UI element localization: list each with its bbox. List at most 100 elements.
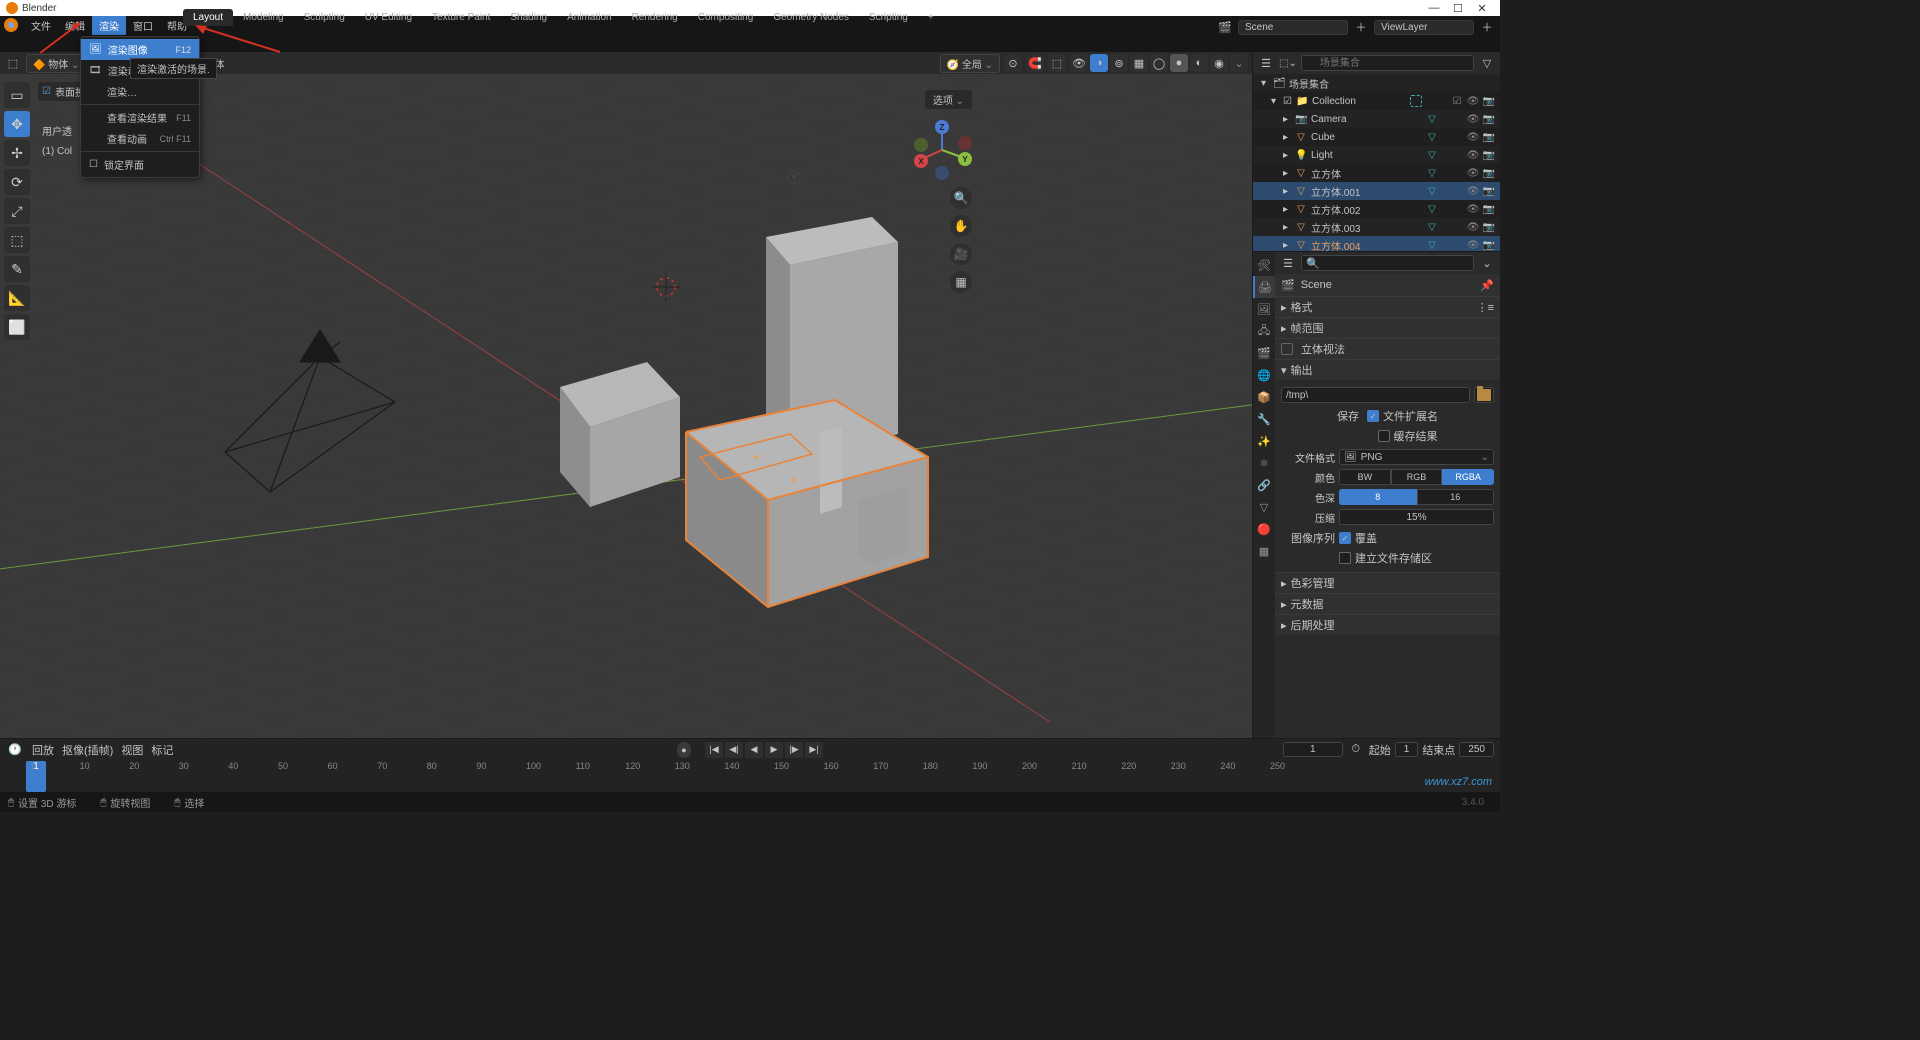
viewlayer-new-icon[interactable]: ＋ (1478, 18, 1496, 36)
compression-field[interactable]: 15% (1339, 509, 1494, 525)
section-stereo[interactable]: 立体视法 (1275, 339, 1500, 359)
pin-icon[interactable]: 📌 (1480, 279, 1494, 292)
view-render-item[interactable]: 查看渲染结果 F11 (81, 107, 199, 128)
preset-icon[interactable]: ⋮≡ (1477, 301, 1494, 314)
solid-shading-icon[interactable]: ● (1170, 54, 1188, 72)
tab-geonodes[interactable]: Geometry Nodes (763, 9, 859, 26)
end-frame-field[interactable]: 250 (1459, 742, 1494, 757)
matprev-shading-icon[interactable]: ◐ (1190, 54, 1208, 72)
output-path-field[interactable]: /tmp\ (1281, 387, 1470, 403)
tab-scripting[interactable]: Scripting (859, 9, 918, 26)
gizmo-y[interactable]: Y (958, 152, 972, 166)
wire-shading-icon[interactable]: ◯ (1150, 54, 1168, 72)
lock-interface-item[interactable]: ☐ 锁定界面 (81, 154, 199, 175)
tab-animation[interactable]: Animation (557, 9, 621, 26)
tab-rendering[interactable]: Rendering (622, 9, 688, 26)
outliner-item[interactable]: ▸▽立方体.001▽👁📷 (1253, 182, 1500, 200)
props-editor-icon[interactable]: ☰ (1279, 254, 1297, 272)
ptab-texture[interactable]: ▦ (1253, 540, 1275, 562)
ptab-modifier[interactable]: 🔧 (1253, 408, 1275, 430)
range-icon[interactable]: ⏱ (1347, 741, 1365, 759)
depth-16[interactable]: 16 (1417, 489, 1495, 505)
play-rev-icon[interactable]: ◀ (745, 742, 763, 758)
overwrite-checkbox[interactable]: ✓ (1339, 532, 1351, 544)
tab-add[interactable]: + (918, 9, 944, 26)
menu-render[interactable]: 渲染 (92, 16, 126, 35)
prev-key-icon[interactable]: ◀| (725, 742, 743, 758)
tl-view[interactable]: 视图 (121, 742, 143, 758)
rotate-tool[interactable]: ⟳ (4, 169, 30, 195)
xray-icon[interactable]: ▦ (1130, 54, 1148, 72)
add-cube-tool[interactable]: ⬜ (4, 314, 30, 340)
maximize-button[interactable]: ☐ (1446, 2, 1470, 15)
outliner-item[interactable]: ▸📷Camera▽👁📷 (1253, 110, 1500, 128)
cache-checkbox[interactable] (1378, 430, 1390, 442)
ptab-world[interactable]: 🌐 (1253, 364, 1275, 386)
checkbox-on-icon[interactable]: ☑ (1283, 96, 1292, 107)
outliner-search[interactable] (1301, 55, 1474, 71)
file-format-dropdown[interactable]: 🖼PNG⌄ (1339, 449, 1494, 465)
gizmo-toggle-icon[interactable]: ◑ (1090, 54, 1108, 72)
view-anim-item[interactable]: 查看动画 Ctrl F11 (81, 128, 199, 149)
ptab-particle[interactable]: ✨ (1253, 430, 1275, 452)
timeline-editor-icon[interactable]: 🕐 (6, 741, 24, 759)
outliner-item[interactable]: ▸▽立方体.003▽👁📷 (1253, 218, 1500, 236)
current-frame-field[interactable]: 1 (1283, 742, 1343, 757)
measure-tool[interactable]: 📐 (4, 285, 30, 311)
section-metadata[interactable]: ▸元数据 (1275, 594, 1500, 614)
select-visibility-icon[interactable]: 👁 (1070, 54, 1088, 72)
props-search[interactable]: 🔍 (1301, 255, 1474, 271)
color-rgba[interactable]: RGBA (1442, 469, 1494, 485)
move-tool[interactable]: ✢ (4, 140, 30, 166)
zoom-icon[interactable]: 🔍 (950, 187, 972, 209)
render-image-item[interactable]: 🖼 渲染图像 F12 (81, 39, 199, 60)
section-output[interactable]: ▾输出 (1275, 360, 1500, 380)
snap-icon[interactable]: 🧲 (1026, 54, 1044, 72)
checkbox-on-icon[interactable]: ☑ (42, 86, 51, 97)
section-post[interactable]: ▸后期处理 (1275, 615, 1500, 635)
annotate-tool[interactable]: ✎ (4, 256, 30, 282)
jump-start-icon[interactable]: |◀ (705, 742, 723, 758)
folder-browse-icon[interactable] (1474, 387, 1494, 403)
viewlayer-field[interactable]: ViewLayer (1381, 22, 1428, 33)
navigation-gizmo[interactable]: Z Y X (912, 120, 972, 180)
perspective-icon[interactable]: ▦ (950, 271, 972, 293)
render-icon[interactable]: 📷 (1482, 96, 1496, 107)
ptab-tool[interactable]: 🛠 (1253, 254, 1275, 276)
depth-8[interactable]: 8 (1339, 489, 1417, 505)
ptab-constraint[interactable]: 🔗 (1253, 474, 1275, 496)
scene-link-icon[interactable]: 🎬 (1281, 279, 1295, 292)
timeline-ruler[interactable]: 1 11020304050607080901001101201301401501… (0, 761, 1500, 792)
outliner-item[interactable]: ▸▽立方体.004▽👁📷 (1253, 236, 1500, 251)
scene-new-icon[interactable]: ＋ (1352, 18, 1370, 36)
exclude-icon[interactable]: ☑ (1450, 96, 1464, 107)
shading-dropdown-icon[interactable]: ⌄ (1230, 54, 1248, 72)
overlay-icon[interactable]: ⊚ (1110, 54, 1128, 72)
tab-shading[interactable]: Shading (500, 9, 557, 26)
props-options-icon[interactable]: ⌄ (1478, 254, 1496, 272)
ptab-object[interactable]: 📦 (1253, 386, 1275, 408)
save-ext-checkbox[interactable]: ✓ (1367, 410, 1379, 422)
snap2-icon[interactable]: ⬚ (1048, 54, 1066, 72)
tab-sculpting[interactable]: Sculpting (294, 9, 355, 26)
ptab-data[interactable]: ▽ (1253, 496, 1275, 518)
collection-row[interactable]: ▾☑ 📁Collection ☑👁📷 (1253, 92, 1500, 110)
cursor-tool[interactable]: ✥ (4, 111, 30, 137)
editor-type-icon[interactable]: ⬚ (4, 54, 22, 72)
tab-texture[interactable]: Texture Paint (422, 9, 500, 26)
tl-playback[interactable]: 回放 (32, 742, 54, 758)
jump-end-icon[interactable]: ▶| (805, 742, 823, 758)
playhead[interactable]: 1 (26, 761, 46, 792)
scene-icon[interactable]: 🎬 (1216, 18, 1234, 36)
ptab-scene[interactable]: 🎬 (1253, 342, 1275, 364)
tl-marker[interactable]: 标记 (151, 742, 173, 758)
outliner-item[interactable]: ▸💡Light▽👁📷 (1253, 146, 1500, 164)
outliner-editor-icon[interactable]: ☰ (1257, 54, 1275, 72)
orientation-dropdown[interactable]: 🧭 全局 ⌄ (940, 54, 1000, 73)
viewport-options[interactable]: 选项 ⌄ (925, 90, 972, 109)
gizmo-x[interactable]: X (914, 154, 928, 168)
ptab-material[interactable]: 🔴 (1253, 518, 1275, 540)
minimize-button[interactable]: — (1422, 2, 1446, 14)
filter-icon[interactable]: ▽ (1478, 54, 1496, 72)
rendered-shading-icon[interactable]: ◉ (1210, 54, 1228, 72)
